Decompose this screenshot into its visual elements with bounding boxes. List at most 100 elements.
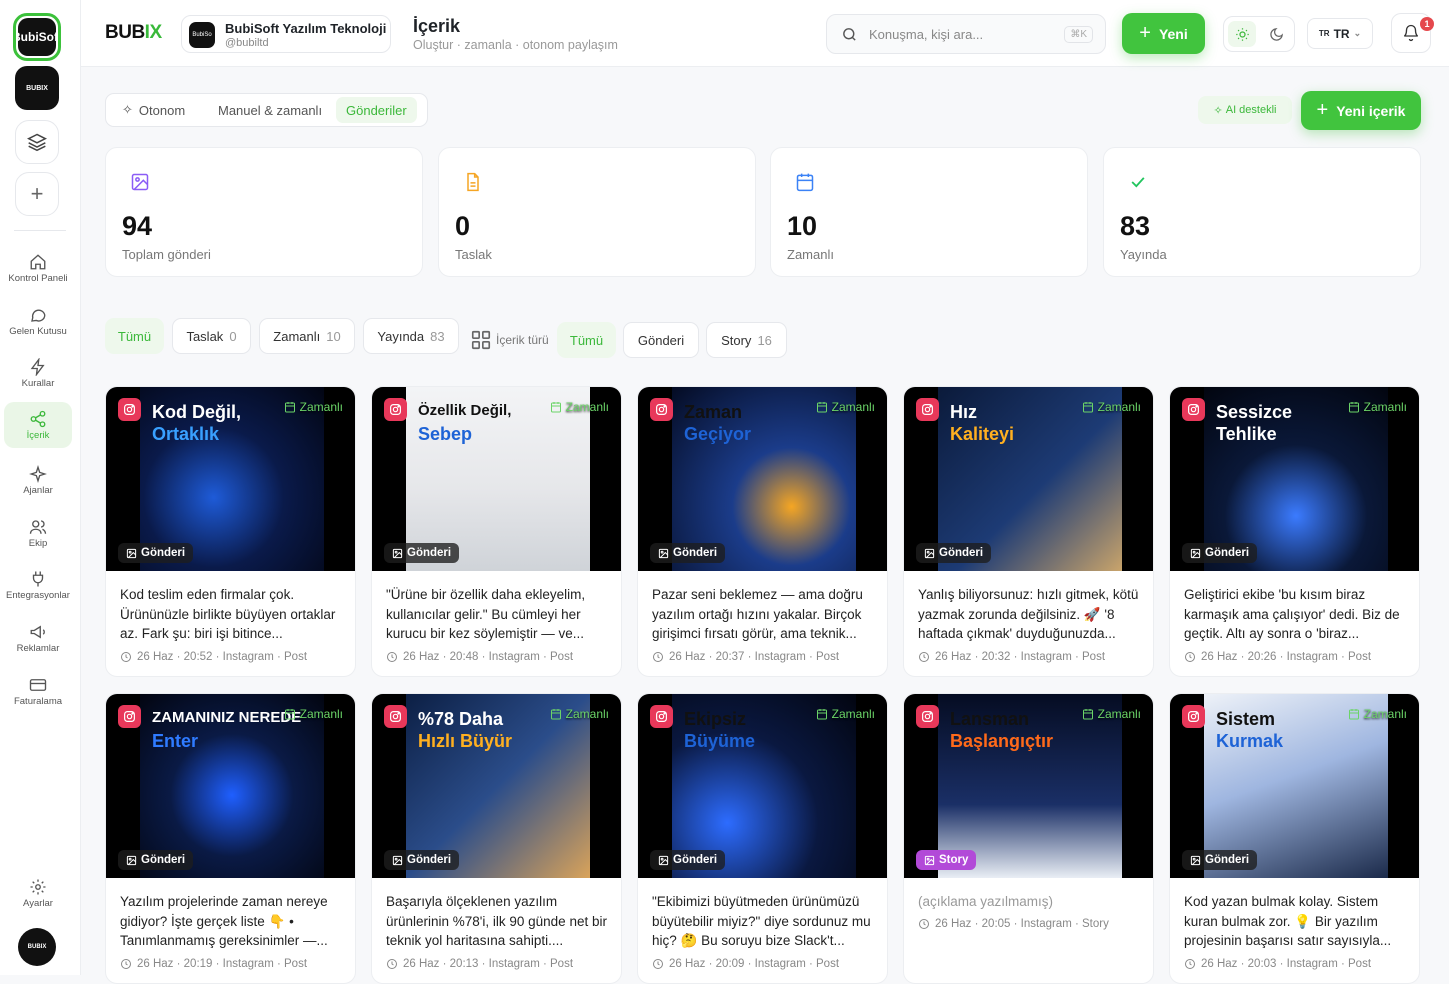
- light-mode-button[interactable]: [1228, 21, 1256, 47]
- post-card[interactable]: %78 Daha Hızlı Büyür Zamanlı Gönderi Baş…: [371, 693, 622, 984]
- new-button[interactable]: + Yeni: [1122, 13, 1205, 54]
- nav-settings[interactable]: Ayarlar: [4, 870, 72, 916]
- workspace-avatar: BubiSoft: [18, 18, 56, 56]
- post-thumbnail[interactable]: Ekipsiz Büyüme Zamanlı Gönderi: [638, 694, 887, 878]
- post-card[interactable]: Sistem Kurmak Zamanlı Gönderi Kod yazan …: [1169, 693, 1420, 984]
- clock-icon: [121, 652, 131, 662]
- type-filter-story[interactable]: Story 16: [706, 322, 787, 358]
- tab-manual[interactable]: Manuel & zamanlı: [208, 97, 332, 123]
- post-thumbnail[interactable]: %78 Daha Hızlı Büyür Zamanlı Gönderi: [372, 694, 621, 878]
- scheduled-badge: Zamanlı: [1348, 400, 1407, 414]
- post-thumbnail[interactable]: Özellik Değil, Sebep Zamanlı Gönderi: [372, 387, 621, 571]
- organization-switcher[interactable]: BubiSo BubiSoft Yazılım Teknoloji @bubil…: [181, 15, 391, 53]
- post-card[interactable]: Zaman Geçiyor Zamanlı Gönderi Pazar seni…: [637, 386, 888, 677]
- stat-value: 10: [787, 211, 818, 241]
- nav-rules[interactable]: Kurallar: [4, 350, 72, 396]
- workspace-logo[interactable]: BUBIX: [15, 66, 59, 110]
- post-kind-label: Gönderi: [939, 547, 984, 559]
- post-meta: 26 Haz · 20:26 · Instagram · Post: [1184, 651, 1371, 663]
- post-card[interactable]: Ekipsiz Büyüme Zamanlı Gönderi "Ekibimiz…: [637, 693, 888, 984]
- tab-autonomous[interactable]: ✧ Otonom: [112, 97, 195, 123]
- filter-published[interactable]: Yayında 83: [363, 318, 459, 354]
- nav-team[interactable]: Ekip: [4, 510, 72, 556]
- post-kind-label: Gönderi: [141, 547, 186, 559]
- post-caption: (açıklama yazılmamış): [918, 894, 1054, 909]
- artwork-subtitle: Ortaklık: [152, 424, 220, 444]
- post-thumbnail[interactable]: Sistem Kurmak Zamanlı Gönderi: [1170, 694, 1419, 878]
- artwork-subtitle: Kaliteyi: [950, 424, 1015, 444]
- filter-all[interactable]: Tümü: [105, 318, 164, 354]
- add-workspace-button[interactable]: +: [15, 172, 59, 216]
- instagram-icon: [916, 398, 939, 421]
- post-thumbnail[interactable]: Kod Değil, Ortaklık Zamanlı Gönderi: [106, 387, 355, 571]
- post-card[interactable]: Sessizce Tehlike Zamanlı Gönderi Gelişti…: [1169, 386, 1420, 677]
- scheduled-badge: Zamanlı: [816, 707, 875, 721]
- user-avatar[interactable]: BUBIX: [18, 928, 56, 966]
- post-kind-badge: Gönderi: [650, 850, 726, 870]
- post-caption: "Ürüne bir özellik daha ekleyelim, kulla…: [386, 587, 586, 641]
- layers-button[interactable]: [15, 120, 59, 164]
- scheduled-label: Zamanlı: [299, 707, 343, 721]
- post-card[interactable]: Kod Değil, Ortaklık Zamanlı Gönderi Kod …: [105, 386, 356, 677]
- type-filter-all[interactable]: Tümü: [557, 322, 616, 358]
- nav-ads[interactable]: Reklamlar: [4, 615, 72, 661]
- calendar-icon: [1082, 709, 1093, 720]
- search-input[interactable]: Konuşma, kişi ara... ⌘K: [826, 14, 1106, 54]
- post-thumbnail[interactable]: Sessizce Tehlike Zamanlı Gönderi: [1170, 387, 1419, 571]
- language-select[interactable]: TR TR ⌄: [1307, 18, 1373, 49]
- post-caption: Başarıyla ölçeklenen yazılım ürünlerinin…: [386, 894, 607, 948]
- post-thumbnail[interactable]: Hız Kaliteyi Zamanlı Gönderi: [904, 387, 1153, 571]
- dark-mode-button[interactable]: [1262, 21, 1290, 47]
- nav-content[interactable]: İçerik: [4, 402, 72, 448]
- filter-label: Gönderi: [637, 332, 685, 348]
- post-thumbnail[interactable]: Lansman Başlangıçtır Zamanlı Story: [904, 694, 1153, 878]
- nav-inbox[interactable]: Gelen Kutusu: [4, 298, 72, 344]
- tab-posts[interactable]: Gönderiler: [336, 97, 417, 123]
- filter-label: Yayında: [377, 328, 425, 344]
- brand-logo[interactable]: BUBIX: [105, 22, 162, 44]
- post-card[interactable]: Lansman Başlangıçtır Zamanlı Story (açık…: [903, 693, 1154, 984]
- calendar-icon: [284, 402, 295, 413]
- post-caption: Yanlış biliyorsunuz: hızlı gitmek, kötü …: [918, 587, 1139, 641]
- nav-billing[interactable]: Faturalama: [4, 668, 72, 714]
- grid-icon: [471, 330, 491, 350]
- type-filter-post[interactable]: Gönderi: [623, 322, 699, 358]
- instagram-icon: [384, 398, 407, 421]
- artwork-title: Sessizce: [1216, 402, 1293, 422]
- post-meta-text: 26 Haz · 20:19 · Instagram · Post: [137, 958, 308, 970]
- post-thumbnail[interactable]: Zaman Geçiyor Zamanlı Gönderi: [638, 387, 887, 571]
- post-kind-badge: Gönderi: [916, 543, 992, 563]
- nav-label: Ayarlar: [23, 897, 53, 909]
- stat-card-scheduled: 10 Zamanlı: [770, 147, 1088, 277]
- post-card[interactable]: ZAMANINIZ NEREDE Enter Zamanlı Gönderi Y…: [105, 693, 356, 984]
- nav-label: Faturalama: [13, 695, 63, 707]
- clock-icon: [1185, 652, 1195, 662]
- filter-scheduled[interactable]: Zamanlı 10: [259, 318, 355, 354]
- nav-label: Ajanlar: [23, 484, 53, 496]
- post-card[interactable]: Hız Kaliteyi Zamanlı Gönderi Yanlış bili…: [903, 386, 1154, 677]
- ai-assisted-button[interactable]: ✧ AI destekli: [1198, 96, 1292, 124]
- post-card[interactable]: Özellik Değil, Sebep Zamanlı Gönderi "Ür…: [371, 386, 622, 677]
- new-content-button[interactable]: + Yeni içerik: [1301, 91, 1421, 130]
- notifications-button[interactable]: 1: [1391, 13, 1434, 53]
- nav-integrations[interactable]: Entegrasyonlar: [4, 562, 72, 608]
- artwork-subtitle: Başlangıçtır: [950, 731, 1054, 751]
- instagram-icon: [384, 705, 407, 728]
- megaphone-icon: [30, 625, 45, 638]
- workspace-switcher-active[interactable]: BubiSoft: [13, 13, 61, 61]
- artwork-title: Zaman: [684, 402, 743, 422]
- post-thumbnail[interactable]: ZAMANINIZ NEREDE Enter Zamanlı Gönderi: [106, 694, 355, 878]
- bell-icon: [1403, 24, 1419, 42]
- scheduled-label: Zamanlı: [831, 707, 875, 721]
- calendar-icon: [816, 402, 827, 413]
- nav-dashboard[interactable]: Kontrol Paneli: [4, 245, 72, 291]
- brand-accent: IX: [144, 22, 162, 43]
- artwork-subtitle: Sebep: [418, 424, 473, 444]
- mode-tabs: ✧ Otonom Manuel & zamanlı Gönderiler: [105, 93, 428, 127]
- nav-agents[interactable]: Ajanlar: [4, 457, 72, 503]
- filter-draft[interactable]: Taslak 0: [172, 318, 251, 354]
- filter-count: 83: [430, 328, 445, 344]
- plug-icon: [32, 571, 44, 586]
- theme-toggle[interactable]: [1223, 16, 1295, 52]
- image-icon: [924, 855, 935, 865]
